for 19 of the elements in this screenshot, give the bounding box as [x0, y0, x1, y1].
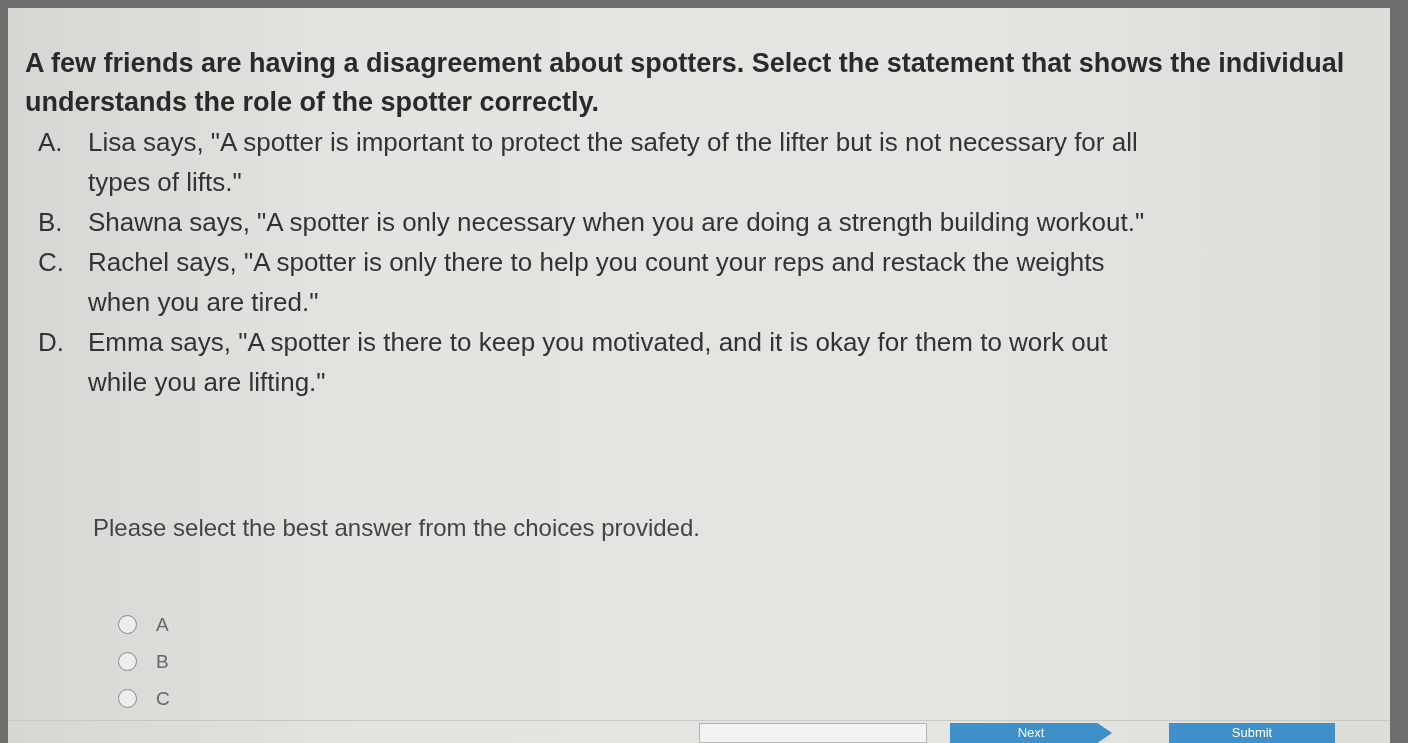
- instruction-text: Please select the best answer from the choices provided.: [93, 513, 701, 543]
- option-letter: D.: [38, 326, 65, 359]
- option-text: Lisa says, "A spotter is important to protect the safety of the lifter but is not necessary for all types of lifts.": [88, 126, 1139, 199]
- option-text: Emma says, "A spotter is there to keep you motivated, and it is okay for them to work out while you are lifting.": [88, 326, 1109, 399]
- radio-button[interactable]: [118, 615, 137, 634]
- option-text: Shawna says, "A spotter is only necessary when you are doing a strength building workout.": [88, 206, 1146, 239]
- choice-label[interactable]: B: [156, 650, 169, 673]
- radio-button[interactable]: [118, 689, 137, 708]
- option-letter: B.: [38, 206, 64, 239]
- blank-button[interactable]: [699, 723, 927, 743]
- radio-button[interactable]: [118, 652, 137, 671]
- next-button[interactable]: Next: [950, 723, 1112, 743]
- option-text: Rachel says, "A spotter is only there to help you count your reps and restack the weights when you are tired.": [88, 246, 1106, 319]
- option-letter: A.: [38, 126, 64, 159]
- option-letter: C.: [38, 246, 65, 279]
- choice-label[interactable]: C: [156, 687, 170, 710]
- submit-button[interactable]: Submit: [1169, 723, 1335, 743]
- question-text: A few friends are having a disagreement about spotters. Select the statement that shows the individual understands the role of the spotter correctly.: [25, 47, 1346, 119]
- choice-label[interactable]: A: [156, 613, 169, 636]
